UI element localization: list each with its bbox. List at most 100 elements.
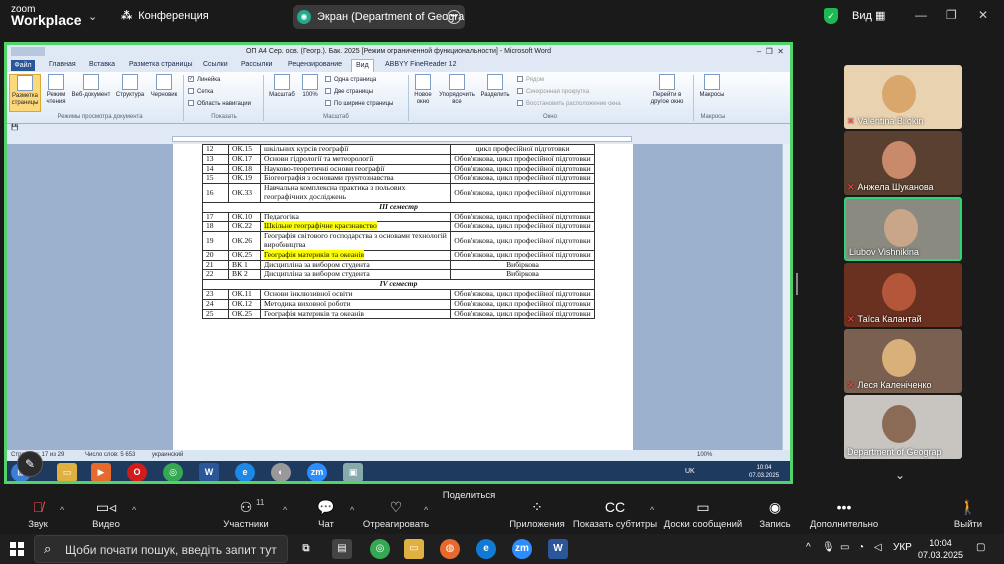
participant-tile[interactable]: ✕ Таїса Калантай [844, 263, 962, 327]
switch-windows-button[interactable]: Перейти в другое окно [645, 74, 689, 112]
chevron-up-icon[interactable]: ^ [350, 505, 354, 515]
cc-button[interactable]: CC Показать субтитры [572, 490, 658, 534]
view-button[interactable]: Вид ▦ [852, 9, 885, 22]
heart-button[interactable]: ♡ Отреагировать [361, 490, 431, 534]
chevron-up-icon[interactable]: ^ [283, 505, 287, 515]
zoom-button[interactable]: Масштаб [267, 74, 297, 112]
battery-icon[interactable]: ▭ [840, 542, 849, 553]
chevron-up-icon[interactable]: ^ [650, 505, 654, 515]
horizontal-ruler[interactable] [7, 134, 790, 144]
macros-button[interactable]: Макросы [697, 74, 727, 112]
quick-access-toolbar[interactable] [11, 47, 45, 56]
reset-window-button[interactable]: Восстановить расположение окна [517, 100, 621, 108]
leave-button[interactable]: 🚶 Выйти [933, 490, 1003, 534]
chevron-up-icon[interactable]: ^ [424, 505, 428, 515]
one-page-button[interactable]: Одна страница [325, 76, 376, 84]
media-player-icon[interactable]: ▶ [91, 463, 111, 481]
ie-icon[interactable]: e [235, 463, 255, 481]
file-explorer-icon[interactable]: ▭ [404, 539, 424, 559]
navigation-pane-checkbox[interactable]: Область навигации [188, 100, 251, 108]
draft-button[interactable]: Черновик [147, 74, 181, 112]
participant-tile[interactable]: Department of Geograp [844, 395, 962, 459]
more-button[interactable]: ••• Дополнительно [809, 490, 879, 534]
chrome-icon[interactable]: ◎ [370, 539, 390, 559]
apps-button[interactable]: ⁘ Приложения [502, 490, 572, 534]
taskbar-clock[interactable]: 10:04 07.03.2025 [918, 537, 963, 561]
maximize-icon[interactable]: ❐ [946, 8, 957, 22]
tab-page-layout[interactable]: Разметка страницы [129, 61, 193, 68]
chevron-up-icon[interactable]: ^ [60, 505, 64, 515]
store-icon[interactable]: ▤ [332, 539, 352, 559]
tab-abbyy[interactable]: ABBYY FineReader 12 [385, 61, 456, 68]
language-indicator[interactable]: украинский [152, 452, 183, 458]
vertical-scrollbar[interactable] [782, 144, 790, 450]
security-shield-icon[interactable]: ✓ [824, 8, 838, 24]
tab-home[interactable]: Главная [49, 61, 76, 68]
firefox-icon[interactable]: ◍ [440, 539, 460, 559]
participant-tile[interactable]: ✕ Valentina Bilokin [844, 65, 962, 129]
chevron-up-icon[interactable]: ^ [806, 542, 811, 553]
chevron-down-icon[interactable]: ⌄ [88, 10, 97, 23]
save-icon[interactable]: 💾 [11, 125, 18, 131]
app-icon[interactable]: ◐ [271, 463, 291, 481]
language-indicator[interactable]: УКР [893, 542, 912, 553]
zoom-100-button[interactable]: 100% [299, 74, 321, 112]
zoom-app-icon[interactable]: zm [307, 463, 327, 481]
arrange-all-button[interactable]: Упорядочить все [437, 74, 477, 112]
word-count[interactable]: Число слов: 5 653 [85, 452, 135, 458]
gridlines-checkbox[interactable]: Сетка [188, 88, 213, 96]
microphone-icon[interactable]: 🎙 [822, 542, 835, 553]
meeting-info-button[interactable]: ⁂ Конференция [121, 9, 209, 22]
minimize-icon[interactable]: — [915, 8, 927, 22]
record-button[interactable]: ◉ Запись [740, 490, 810, 534]
edge-icon[interactable]: e [476, 539, 496, 559]
participant-tile[interactable]: ✕ Анжела Шуканова [844, 131, 962, 195]
windows-start-icon[interactable] [10, 542, 24, 556]
page-width-button[interactable]: По ширине страницы [325, 100, 393, 108]
chevron-up-icon[interactable]: ^ [132, 505, 136, 515]
side-by-side-button[interactable]: Рядом [517, 76, 544, 84]
word-window-controls[interactable]: – ❐ ✕ [757, 45, 784, 59]
tab-file[interactable]: Файл [11, 60, 35, 71]
notifications-icon[interactable]: ▢ [976, 542, 985, 553]
chevron-down-icon[interactable]: ⌄ [895, 468, 905, 482]
zoom-level[interactable]: 100% [697, 452, 712, 458]
input-language[interactable]: UK [685, 468, 695, 475]
task-view-icon[interactable]: ⧉ [296, 539, 316, 559]
opera-icon[interactable]: O [127, 463, 147, 481]
new-window-button[interactable]: Новое окно [411, 74, 435, 112]
reading-mode-button[interactable]: Режим чтения [43, 74, 69, 112]
volume-icon[interactable]: ◁ [874, 542, 882, 553]
tab-mailings[interactable]: Рассылки [241, 61, 272, 68]
share-button[interactable]: ↑Поделиться [434, 490, 504, 556]
tab-review[interactable]: Рецензирование [288, 61, 342, 68]
word-icon[interactable]: W [199, 463, 219, 481]
web-layout-button[interactable]: Веб-документ [71, 74, 111, 112]
chrome-icon[interactable]: ◎ [163, 463, 183, 481]
window-thumbnail-icon[interactable]: ▣ [343, 463, 363, 481]
print-layout-button[interactable]: Разметка страницы [9, 74, 41, 112]
taskbar-search-input[interactable]: ⌕ Щоби почати пошук, введіть запит тут [34, 535, 288, 563]
word-icon[interactable]: W [548, 539, 568, 559]
zoom-app-icon[interactable]: zm [512, 539, 532, 559]
outline-button[interactable]: Структура [113, 74, 147, 112]
tab-view[interactable]: Вид [351, 59, 374, 72]
tab-references[interactable]: Ссылки [203, 61, 228, 68]
split-button[interactable]: Разделить [479, 74, 511, 112]
participant-tile[interactable]: Liubov Vishnikina [844, 197, 962, 261]
annotate-pen-icon[interactable]: ✎ [17, 451, 43, 477]
document-page[interactable]: 12 ОК.15 шкільних курсів географії цикл про… [173, 144, 633, 450]
splitter-handle[interactable] [796, 273, 798, 295]
tab-insert[interactable]: Вставка [89, 61, 115, 68]
participants-button[interactable]: ⚇ Участники 11 [211, 490, 281, 534]
close-icon[interactable]: ✕ [978, 8, 988, 22]
participant-tile[interactable]: ✕ Леся Каленіченко [844, 329, 962, 393]
more-options-icon[interactable]: ••• [447, 10, 461, 24]
network-icon[interactable]: ◔ [858, 542, 864, 553]
two-pages-button[interactable]: Две страницы [325, 88, 373, 96]
shared-screen-pill[interactable]: ◉ Экран (Department of Geograph ••• [293, 5, 465, 29]
folder-icon[interactable]: ▭ [57, 463, 77, 481]
whiteboard-button[interactable]: ▭ Доски сообщений [661, 490, 745, 534]
ruler-checkbox[interactable]: ✓ Линейка [188, 76, 220, 84]
sync-scroll-button[interactable]: Синхронная прокрутка [517, 88, 589, 96]
